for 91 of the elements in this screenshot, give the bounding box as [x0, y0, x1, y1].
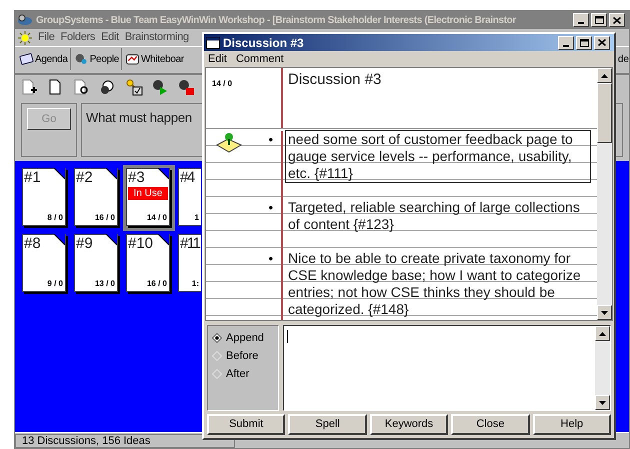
dialog-button[interactable]: Keywords	[370, 414, 448, 435]
down-arrow-icon	[599, 400, 606, 404]
dialog-button[interactable]: Close	[451, 414, 530, 435]
menu-item[interactable]: Comment	[236, 50, 284, 68]
card-label: #8	[23, 235, 41, 253]
card-count: 1	[194, 212, 200, 224]
window-title: GroupSystems - Blue Team EasyWinWin Workshop - [Brainstorm Stakeholder Interests (Electronic Brainstor	[36, 14, 516, 28]
minimize-button[interactable]	[573, 13, 589, 27]
window-icon	[206, 36, 220, 48]
in-use-badge: In Use	[128, 187, 168, 200]
dialog-button[interactable]: Help	[532, 414, 612, 435]
scrollbar-thumb[interactable]	[597, 83, 612, 143]
idea-text[interactable]: need some sort of customer feedback page to gauge service levels -- performance, usability, etc. {#111}	[286, 131, 590, 182]
bullet: •	[268, 199, 273, 216]
down-arrow-icon	[601, 310, 608, 314]
menu-item[interactable]: Edit	[101, 29, 119, 46]
maximize-button[interactable]	[591, 13, 607, 27]
idea-text[interactable]: Targeted, reliable searching of large collections of content {#123}	[286, 199, 590, 233]
scrollbar[interactable]	[597, 68, 612, 320]
dialog-button[interactable]: Submit	[207, 414, 286, 435]
card-count: 16 / 0	[146, 278, 168, 290]
toolbar-label: de	[618, 52, 629, 66]
card-label: #11	[179, 235, 200, 253]
card-count: 1:	[192, 278, 200, 290]
discussion-card[interactable]: #3 In Use 14 / 0	[126, 168, 170, 226]
menu-item[interactable]: File	[38, 29, 55, 46]
discussion-card[interactable]: #11 1:	[178, 234, 201, 292]
maximize-icon	[594, 16, 604, 24]
card-label: #4	[179, 169, 194, 187]
sun-icon	[18, 30, 32, 44]
menu-item[interactable]: Edit	[208, 50, 227, 68]
discussion-heading: Discussion #3	[288, 71, 382, 88]
position-radio[interactable]: Append	[212, 330, 278, 346]
discussion-card[interactable]: #4 1	[178, 168, 201, 226]
card-label: #10	[127, 235, 154, 253]
item-count: 14 / 0	[212, 79, 232, 88]
minimize-icon	[563, 44, 569, 46]
position-radio[interactable]: After	[212, 366, 278, 382]
card-label: #9	[75, 235, 93, 253]
up-arrow-icon	[601, 74, 608, 78]
card-label: #2	[75, 169, 93, 187]
chart-icon	[125, 52, 140, 66]
menu-item[interactable]: Brainstorming	[124, 29, 189, 46]
discussion-card[interactable]: #1 8 / 0	[22, 168, 66, 226]
discussion-card[interactable]: #8 9 / 0	[22, 234, 66, 292]
bullet: •	[268, 131, 273, 148]
folded-corner-icon	[106, 168, 118, 180]
calendar-icon	[19, 52, 34, 66]
people-icon	[74, 52, 89, 66]
person-play-icon[interactable]	[151, 78, 169, 96]
dialog-button[interactable]: Spell	[288, 414, 367, 435]
close-button[interactable]	[594, 36, 610, 50]
minimize-button[interactable]	[558, 36, 574, 50]
maximize-button[interactable]	[576, 36, 592, 50]
toolbar-button[interactable]: Whiteboar	[123, 48, 186, 70]
folded-corner-icon	[54, 234, 66, 246]
minimize-icon	[578, 22, 584, 24]
bullet: •	[268, 250, 273, 267]
question-text: What must happen	[86, 110, 192, 125]
card-count: 16 / 0	[94, 212, 116, 224]
toolbar-button[interactable]: People	[72, 48, 122, 70]
menu-item[interactable]: Folders	[60, 29, 96, 46]
folded-corner-icon	[106, 234, 118, 246]
card-count: 13 / 0	[94, 278, 116, 290]
maximize-icon	[580, 38, 588, 46]
card-count: 9 / 0	[47, 278, 64, 290]
add-document-icon[interactable]	[21, 78, 39, 96]
close-icon	[598, 39, 606, 46]
folded-corner-icon	[158, 234, 170, 246]
status-text: 13 Discussions, 156 Ideas	[15, 434, 235, 448]
up-arrow-icon	[599, 332, 606, 336]
close-button[interactable]	[609, 13, 625, 27]
card-label: #3	[127, 169, 145, 187]
key-check-icon[interactable]	[125, 78, 143, 96]
dialog-title: Discussion #3	[223, 34, 304, 52]
position-radio[interactable]: Before	[212, 348, 278, 364]
card-label: #1	[23, 169, 41, 187]
person-stop-icon[interactable]	[177, 78, 195, 96]
card-count: 14 / 0	[146, 212, 168, 224]
discussion-card[interactable]: #9 13 / 0	[74, 234, 118, 292]
comment-input-field[interactable]	[283, 325, 611, 411]
folded-corner-icon	[54, 168, 66, 180]
idea-text[interactable]: Nice to be able to create private taxonomy for CSE knowledge base; how I want to categorize entries; not how CSE thinks they should be categorized. {#148}	[286, 250, 590, 318]
discussion-card[interactable]: #10 16 / 0	[126, 234, 170, 292]
folded-corner-icon	[158, 168, 170, 180]
scrollbar[interactable]	[595, 326, 610, 410]
discussion-card[interactable]: #2 16 / 0	[74, 168, 118, 226]
toolbar-button[interactable]: Agenda	[17, 48, 71, 70]
app-logo-icon	[17, 13, 33, 27]
close-icon	[613, 16, 621, 24]
card-count: 8 / 0	[47, 212, 64, 224]
